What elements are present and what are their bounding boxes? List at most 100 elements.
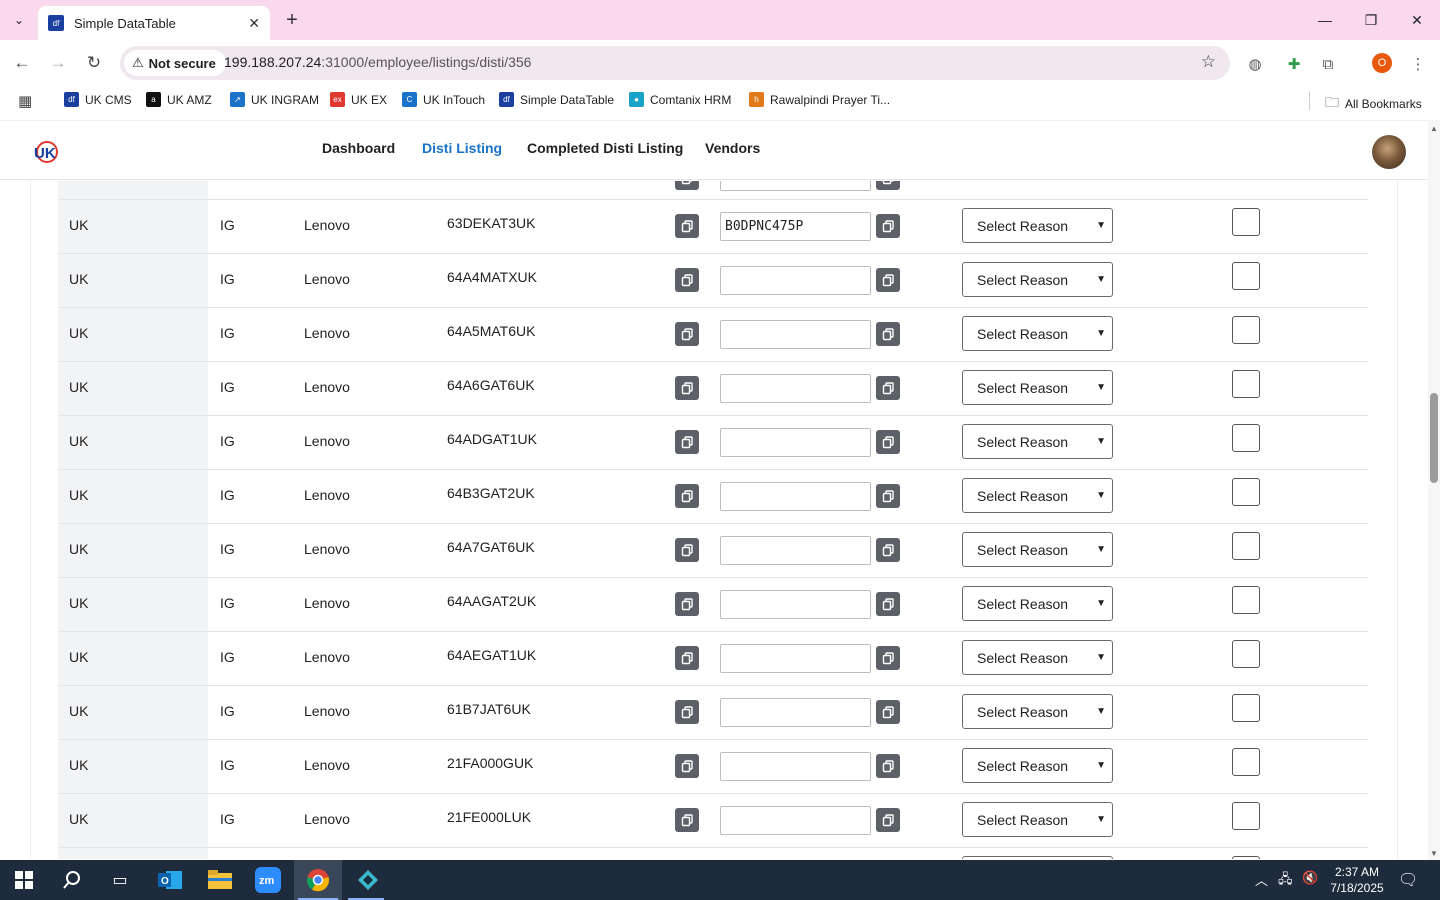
copy-sku-button[interactable] — [675, 700, 699, 724]
bookmark-item[interactable]: ● Comtanix HRM — [629, 92, 731, 107]
bookmark-item[interactable]: df Simple DataTable — [499, 92, 614, 107]
zoom-icon[interactable]: zm — [254, 866, 282, 894]
reload-icon[interactable]: ↻ — [81, 50, 107, 76]
bookmark-item[interactable]: df UK CMS — [64, 92, 132, 107]
reason-select[interactable]: Select Reason ▼ — [962, 208, 1113, 243]
bookmark-star-icon[interactable]: ☆ — [1201, 52, 1216, 72]
forward-icon[interactable]: → — [45, 50, 71, 76]
row-checkbox[interactable] — [1232, 640, 1260, 668]
all-bookmarks[interactable]: 🗀 All Bookmarks — [1325, 92, 1422, 116]
taskbar-clock[interactable]: 2:37 AM 7/18/2025 — [1322, 864, 1392, 896]
nav-dashboard[interactable]: Dashboard — [322, 140, 395, 156]
copy-sku-button[interactable] — [675, 754, 699, 778]
asin-input[interactable] — [720, 590, 871, 619]
bookmark-item[interactable]: C UK InTouch — [402, 92, 485, 107]
copy-asin-button[interactable] — [876, 430, 900, 454]
copy-sku-button[interactable] — [675, 646, 699, 670]
copy-asin-button[interactable] — [876, 268, 900, 292]
copy-sku-button[interactable] — [675, 484, 699, 508]
network-icon[interactable]: 🖧 — [1278, 870, 1293, 892]
copy-sku-button[interactable] — [675, 592, 699, 616]
copy-asin-button[interactable] — [876, 808, 900, 832]
copy-sku-button[interactable] — [675, 808, 699, 832]
restore-icon[interactable]: ❐ — [1348, 0, 1394, 40]
apps-grid-icon[interactable]: ▦ — [18, 92, 32, 110]
row-checkbox[interactable] — [1232, 694, 1260, 722]
reason-select[interactable]: Select Reason ▼ — [962, 640, 1113, 675]
extensions-puzzle-icon[interactable]: ⧉ — [1316, 52, 1340, 76]
row-checkbox[interactable] — [1232, 748, 1260, 776]
reason-select[interactable]: Select Reason ▼ — [962, 748, 1113, 783]
task-view-icon[interactable]: ▭ — [106, 866, 134, 894]
bookmark-item[interactable]: a UK AMZ — [146, 92, 212, 107]
copy-asin-button[interactable] — [876, 700, 900, 724]
copy-asin-button[interactable] — [876, 538, 900, 562]
row-checkbox[interactable] — [1232, 424, 1260, 452]
scroll-down-icon[interactable]: ▼ — [1430, 849, 1438, 858]
row-checkbox[interactable] — [1232, 262, 1260, 290]
url-text[interactable]: 199.188.207.24:31000/employee/listings/d… — [224, 54, 531, 70]
copy-sku-button[interactable] — [675, 322, 699, 346]
minimize-icon[interactable]: — — [1302, 0, 1348, 40]
asin-input[interactable] — [720, 644, 871, 673]
reason-select[interactable]: Select Reason ▼ — [962, 316, 1113, 351]
asin-input[interactable] — [720, 374, 871, 403]
row-checkbox[interactable] — [1232, 856, 1260, 859]
reason-select[interactable]: Select Reason ▼ — [962, 802, 1113, 837]
tab-close-icon[interactable]: ✕ — [248, 15, 260, 32]
menu-kebab-icon[interactable]: ⋮ — [1406, 52, 1430, 76]
reason-select[interactable]: Select Reason ▼ — [962, 694, 1113, 729]
bookmark-item[interactable]: ex UK EX — [330, 92, 387, 107]
nav-vendors[interactable]: Vendors — [705, 140, 760, 156]
row-checkbox[interactable] — [1232, 316, 1260, 344]
asin-input[interactable] — [720, 320, 871, 349]
uk-logo-icon[interactable]: UK — [32, 139, 60, 165]
copy-sku-button[interactable] — [675, 268, 699, 292]
tray-chevron-icon[interactable]: ︿ — [1255, 870, 1268, 889]
reason-select[interactable] — [962, 856, 1113, 859]
scrollbar-thumb[interactable] — [1430, 393, 1438, 483]
reason-select[interactable]: Select Reason ▼ — [962, 586, 1113, 621]
browser-tab[interactable]: df Simple DataTable ✕ — [38, 6, 270, 40]
profile-avatar[interactable]: O — [1372, 53, 1392, 73]
copy-sku-button[interactable] — [675, 181, 699, 190]
asin-input[interactable] — [720, 181, 871, 191]
search-icon[interactable] — [58, 866, 86, 894]
page-scrollbar[interactable]: ▲ ▼ — [1428, 120, 1440, 860]
copy-asin-button[interactable] — [876, 484, 900, 508]
user-avatar[interactable] — [1372, 135, 1406, 169]
copy-asin-button[interactable] — [876, 754, 900, 778]
copy-asin-button[interactable] — [876, 214, 900, 238]
app-diamond-icon[interactable] — [354, 866, 382, 894]
tab-search-icon[interactable]: ⌄ — [6, 8, 32, 32]
bookmark-item[interactable]: h Rawalpindi Prayer Ti... — [749, 92, 890, 107]
volume-muted-icon[interactable]: 🔇 — [1302, 870, 1318, 886]
nav-completed-disti-listing[interactable]: Completed Disti Listing — [527, 140, 683, 156]
file-explorer-icon[interactable] — [206, 866, 234, 894]
asin-input[interactable] — [720, 266, 871, 295]
globe-icon[interactable]: ◍ — [1243, 52, 1267, 76]
copy-asin-button[interactable] — [876, 322, 900, 346]
chrome-icon[interactable] — [304, 866, 332, 894]
windows-start-icon[interactable] — [10, 866, 38, 894]
copy-sku-button[interactable] — [675, 214, 699, 238]
bookmark-item[interactable]: ↗ UK INGRAM — [230, 92, 319, 107]
new-tab-icon[interactable]: + — [280, 8, 304, 32]
extension-plus-icon[interactable]: ✚ — [1282, 52, 1306, 76]
reason-select[interactable]: Select Reason ▼ — [962, 478, 1113, 513]
security-chip[interactable]: ⚠ Not secure — [124, 50, 226, 76]
copy-asin-button[interactable] — [876, 181, 900, 190]
asin-input[interactable] — [720, 482, 871, 511]
row-checkbox[interactable] — [1232, 208, 1260, 236]
reason-select[interactable]: Select Reason ▼ — [962, 532, 1113, 567]
scroll-up-icon[interactable]: ▲ — [1430, 124, 1438, 133]
row-checkbox[interactable] — [1232, 478, 1260, 506]
copy-asin-button[interactable] — [876, 646, 900, 670]
asin-input[interactable] — [720, 698, 871, 727]
row-checkbox[interactable] — [1232, 370, 1260, 398]
notification-icon[interactable]: 🗨 — [1398, 870, 1418, 890]
back-icon[interactable]: ← — [9, 50, 35, 76]
reason-select[interactable]: Select Reason ▼ — [962, 424, 1113, 459]
copy-sku-button[interactable] — [675, 376, 699, 400]
row-checkbox[interactable] — [1232, 532, 1260, 560]
